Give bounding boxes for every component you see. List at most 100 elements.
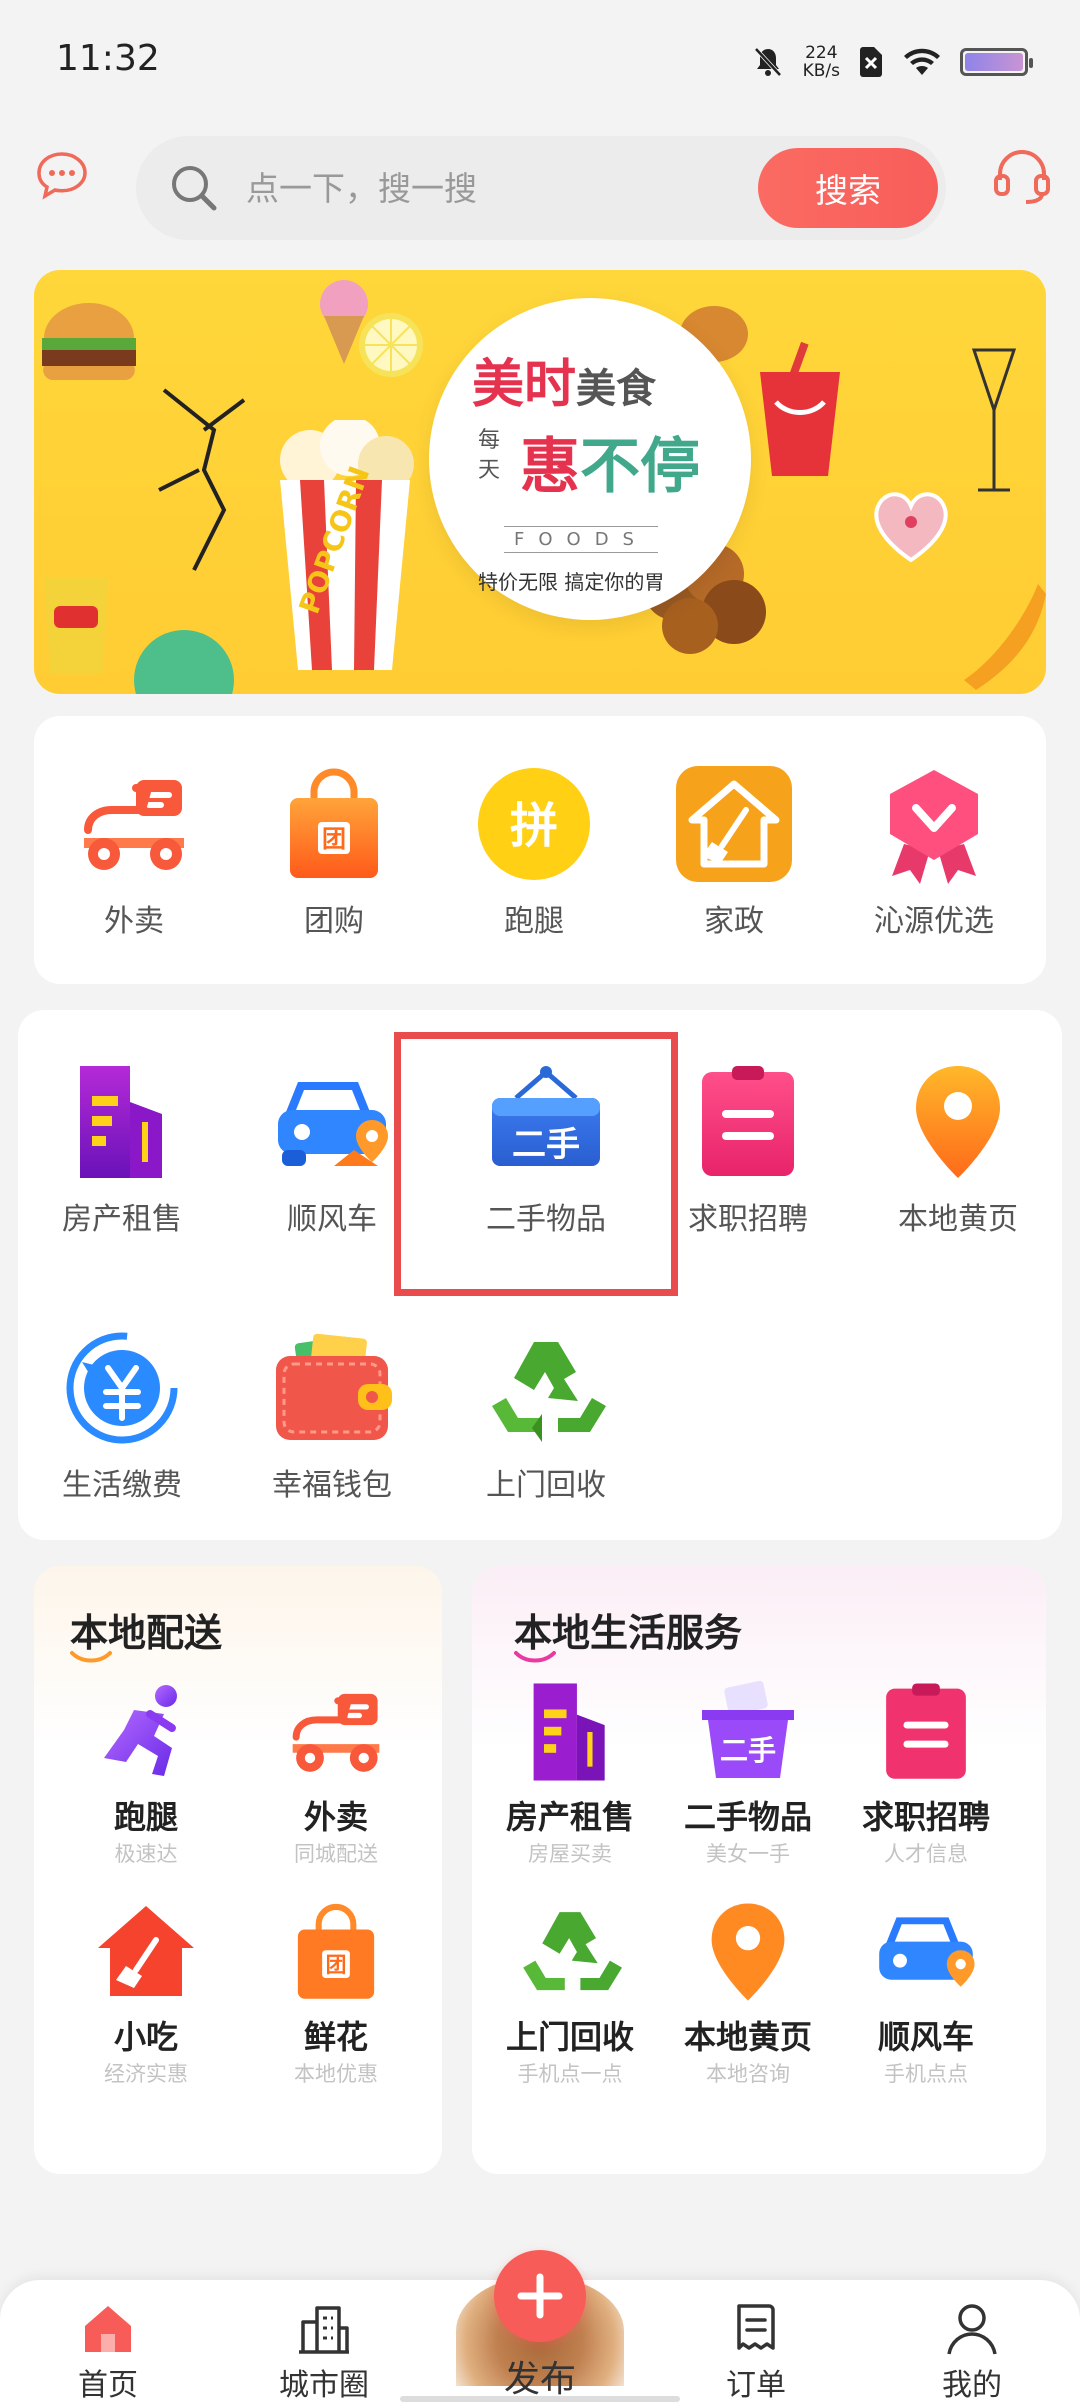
service-name: 鲜花 [303, 2018, 368, 2056]
service-label: 本地黄页 [898, 1202, 1018, 1237]
service-wallet[interactable]: 幸福钱包 [232, 1328, 432, 1508]
category-label: 外卖 [104, 904, 164, 939]
location-pin-icon [916, 1066, 1000, 1178]
service-label: 求职招聘 [688, 1202, 808, 1237]
chips-icon [44, 578, 108, 674]
category-group-buy[interactable]: 团 团购 [234, 764, 434, 944]
banner-slogan: 特价无限 搞定你的胃 [478, 570, 665, 594]
soda-cup-icon [760, 342, 840, 476]
service-name: 上门回收 [505, 2018, 634, 2056]
nav-mine[interactable]: 我的 [892, 2294, 1052, 2404]
delivery-takeaway[interactable]: 外卖 同城配送 [246, 1680, 426, 1890]
service-name: 本地黄页 [683, 2018, 812, 2056]
svg-text:拼: 拼 [510, 798, 558, 854]
service-subtitle: 经济实惠 [104, 2062, 188, 2086]
category-errand[interactable]: 拼 跑腿 [434, 764, 634, 944]
promo-banner[interactable]: POPCORN 美时美食 每 天 惠不停 FOODS 特价无限 搞定你的胃 [34, 270, 1046, 694]
banner-title-a: 美时 [472, 354, 577, 415]
publish-button[interactable] [494, 2250, 586, 2342]
headset-icon[interactable] [990, 144, 1054, 208]
net-speed-unit: KB/s [802, 61, 840, 81]
service-name: 外卖 [303, 1798, 368, 1836]
status-time: 11:32 [56, 38, 160, 79]
wifi-icon [904, 48, 940, 75]
building-icon [533, 1683, 605, 1781]
service-subtitle: 人才信息 [884, 1842, 968, 1866]
nav-label: 订单 [726, 2368, 786, 2403]
car-pin-icon [278, 1082, 388, 1166]
runner-icon [104, 1685, 177, 1776]
category-label: 家政 [704, 904, 764, 939]
status-icons: 224 KB/s [751, 40, 1033, 84]
net-speed: 224 KB/s [803, 44, 840, 80]
mute-bell-icon [754, 47, 782, 77]
service-real-estate[interactable]: 房产租售 [22, 1062, 222, 1242]
plus-icon [517, 2273, 563, 2319]
nav-orders[interactable]: 订单 [676, 2294, 836, 2404]
search-button[interactable]: 搜索 [758, 148, 938, 228]
category-qinyuan-select[interactable]: 沁源优选 [834, 764, 1034, 944]
message-icon[interactable] [34, 148, 90, 204]
clipboard-icon [702, 1066, 794, 1176]
nav-home[interactable]: 首页 [28, 2294, 188, 2404]
orange-icon [964, 584, 1046, 690]
category-label: 团购 [304, 904, 364, 939]
order-icon [737, 2304, 775, 2350]
service-yellow-pages[interactable]: 本地黄页 [858, 1062, 1058, 1242]
life-recycle[interactable]: 上门回收 手机点一点 [480, 1900, 660, 2110]
highlight-box [394, 1032, 678, 1296]
nav-city-circle[interactable]: 城市圈 [244, 2294, 404, 2404]
building-icon [80, 1066, 162, 1178]
house-broom-icon [676, 766, 792, 882]
home-indicator [400, 2396, 680, 2402]
section-title: 本地生活服务 [514, 1611, 743, 1655]
delivery-flowers[interactable]: 团 鲜花 本地优惠 [246, 1900, 426, 2110]
banner-title-line2: 惠不停 [520, 418, 700, 505]
life-carpool[interactable]: 顺风车 手机点点 [836, 1900, 1016, 2110]
service-label: 幸福钱包 [272, 1468, 392, 1503]
main-category-card: 外卖 团 团购 拼 跑腿 家政 沁源优选 [34, 716, 1046, 984]
recycle-icon [492, 1342, 606, 1442]
service-name: 跑腿 [113, 1798, 178, 1836]
banner-foods: FOODS [504, 526, 658, 553]
category-takeaway[interactable]: 外卖 [34, 764, 234, 944]
local-life-card: 本地生活服务 房产租售 房屋买卖 二手 二手物品 美女一手 求职招聘 人才信息 [472, 1566, 1046, 2174]
location-pin-icon [711, 1903, 785, 2001]
banner-title-b: 美食 [576, 365, 657, 412]
delivery-errand[interactable]: 跑腿 极速达 [56, 1680, 236, 1890]
service-subtitle: 手机点一点 [517, 2062, 623, 2086]
recycle-icon [523, 1912, 622, 1991]
header: 搜索 [0, 124, 1080, 240]
service-label: 生活缴费 [62, 1468, 182, 1503]
service-bill-pay[interactable]: 生活缴费 [22, 1328, 222, 1508]
banner-side-b: 天 [478, 458, 501, 483]
service-label: 房产租售 [62, 1202, 182, 1237]
secondhand-basket-icon: 二手 [702, 1680, 794, 1778]
life-jobs[interactable]: 求职招聘 人才信息 [836, 1680, 1016, 1890]
scooter-icon [292, 1693, 380, 1772]
local-delivery-card: 本地配送 跑腿 极速达 外卖 同城配送 小吃 经济实惠 团 鲜花 本地优惠 [34, 1566, 442, 2174]
group-bag-icon: 团 [297, 1903, 375, 1999]
popcorn-icon: POPCORN [280, 420, 414, 670]
svg-text:团: 团 [326, 1953, 347, 1977]
service-recycle[interactable]: 上门回收 [446, 1328, 646, 1508]
search-icon [172, 166, 217, 211]
nav-label: 我的 [942, 2368, 1002, 2403]
life-real-estate[interactable]: 房产租售 房屋买卖 [480, 1680, 660, 1890]
life-yellow-pages[interactable]: 本地黄页 本地咨询 [658, 1900, 838, 2110]
delivery-snack[interactable]: 小吃 经济实惠 [56, 1900, 236, 2110]
yuan-refresh-icon [66, 1332, 178, 1444]
search-bar[interactable]: 搜索 [136, 136, 946, 240]
service-jobs[interactable]: 求职招聘 [648, 1062, 848, 1242]
life-secondhand[interactable]: 二手 二手物品 美女一手 [658, 1680, 838, 1890]
banner-title-line1: 美时美食 [472, 342, 656, 417]
category-housekeeping[interactable]: 家政 [634, 764, 834, 944]
service-subtitle: 美女一手 [706, 1842, 790, 1866]
banner-side-text: 每 天 [478, 426, 508, 486]
heart-cookie-icon [874, 492, 948, 563]
search-input[interactable] [246, 166, 746, 210]
title-underline [514, 1651, 556, 1663]
lemon-icon [359, 313, 423, 377]
nav-label: 首页 [78, 2368, 138, 2403]
lobster-sketch-icon [158, 388, 246, 571]
